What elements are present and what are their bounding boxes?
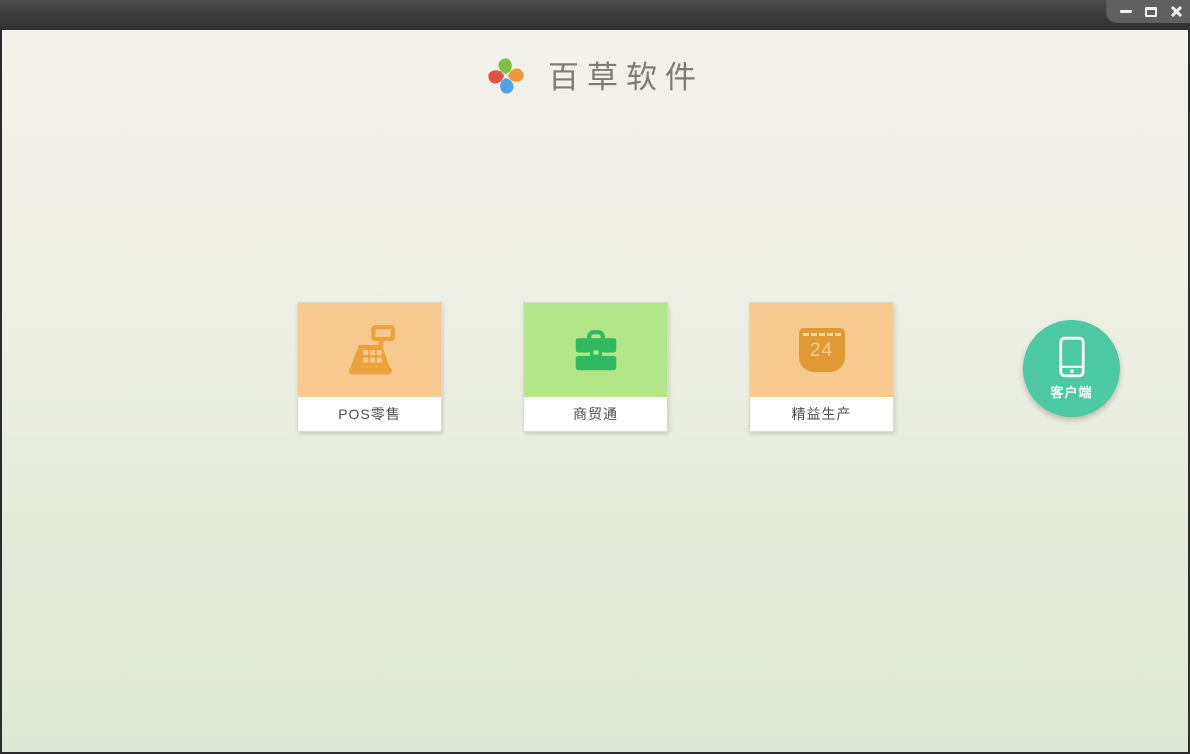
brand-header: 百草软件 — [2, 52, 1188, 97]
calendar-binding-dashes — [802, 333, 841, 336]
app-window: 百草软件 POS零售 商贸通 24 精益生产 客户端 — [0, 0, 1190, 754]
product-card-trade[interactable]: 商贸通 — [523, 302, 668, 432]
trade-card-tile — [524, 303, 667, 397]
pos-card-label: POS零售 — [298, 397, 441, 431]
client-button[interactable]: 客户端 — [1023, 320, 1120, 417]
close-icon — [1170, 5, 1183, 18]
titlebar[interactable] — [0, 0, 1190, 30]
main-content: 百草软件 POS零售 商贸通 24 精益生产 客户端 — [0, 30, 1190, 754]
maximize-icon — [1145, 6, 1157, 17]
app-title: 百草软件 — [548, 60, 704, 96]
window-controls — [1106, 0, 1190, 23]
pos-card-tile — [298, 303, 441, 397]
briefcase-icon — [575, 330, 616, 371]
maximize-button[interactable] — [1143, 4, 1159, 20]
trade-card-label: 商贸通 — [524, 397, 667, 431]
minimize-button[interactable] — [1118, 4, 1134, 20]
close-button[interactable] — [1168, 4, 1184, 20]
lean-card-label: 精益生产 — [750, 397, 893, 431]
smartphone-icon — [1058, 336, 1085, 378]
product-card-lean[interactable]: 24 精益生产 — [749, 302, 894, 432]
minimize-icon — [1120, 10, 1132, 13]
product-card-pos[interactable]: POS零售 — [297, 302, 442, 432]
client-button-label: 客户端 — [1050, 385, 1093, 400]
calendar-day-number: 24 — [809, 340, 834, 361]
cash-register-icon — [348, 325, 395, 375]
lean-card-tile: 24 — [750, 303, 893, 397]
pinwheel-icon — [488, 57, 524, 94]
calendar-icon: 24 — [798, 328, 845, 372]
